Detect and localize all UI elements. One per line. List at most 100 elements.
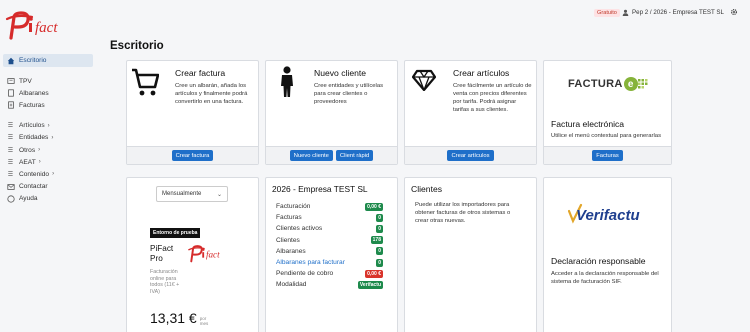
stat-label: Clientes xyxy=(276,236,300,244)
stat-badge: 0 xyxy=(376,213,383,222)
chevron-right-icon: › xyxy=(51,134,54,141)
mail-icon xyxy=(6,182,15,191)
sidebar-item-escritorio[interactable]: Escritorio xyxy=(3,54,93,67)
card-factura-electronica: FACTURA e Factura electrónica Utilice el… xyxy=(543,60,672,165)
stat-label: Facturas xyxy=(276,214,302,222)
card-verifactu: Verifactu Declaración responsable Accede… xyxy=(543,177,672,332)
list-icon: ☰ xyxy=(7,159,14,166)
stat-badge: 178 xyxy=(370,236,383,245)
list-icon: ☰ xyxy=(7,147,14,154)
sidebar-item-label: Entidades xyxy=(19,134,49,142)
card-title: Crear factura xyxy=(175,68,226,78)
stats-list: Facturación 0,00 € Facturas 0 Clientes act… xyxy=(276,201,383,291)
crear-factura-button[interactable]: Crear factura xyxy=(171,150,214,161)
logo-text: fact xyxy=(206,250,220,260)
person-icon xyxy=(281,66,293,97)
home-icon xyxy=(6,56,15,65)
stat-badge: Verifactu xyxy=(357,280,383,289)
stat-label: Pendiente de cobro xyxy=(276,270,334,278)
billing-period-select[interactable]: Mensualmente ⌄ xyxy=(156,186,228,202)
stat-row-facturas: Facturas 0 xyxy=(276,212,383,223)
card-text: Cree fácilmente un artículo de venta con… xyxy=(453,83,532,113)
stat-row-albaranes: Albaranes 0 xyxy=(276,246,383,257)
stat-badge: 0 xyxy=(376,224,383,233)
card-nuevo-cliente: Nuevo cliente Cree entidades y utilícela… xyxy=(265,60,398,165)
sidebar-item-label: Albaranes xyxy=(19,89,49,97)
facturas-icon xyxy=(6,101,15,110)
sidebar-item-contenido[interactable]: ☰ Contenido › xyxy=(0,168,96,180)
sidebar-item-articulos[interactable]: ☰ Artículos › xyxy=(0,120,96,132)
sidebar-nav: Escritorio TPV Albaranes Facturas ☰ Artí… xyxy=(0,54,96,205)
stat-badge: 0 xyxy=(376,258,383,267)
plan-name-line2: Pro xyxy=(150,254,163,263)
card-title: Declaración responsable xyxy=(551,256,646,266)
logo-text: fact xyxy=(35,20,58,36)
card-text: Acceder a la declaración responsable del… xyxy=(551,271,659,285)
stat-row-pendiente-cobro: Pendiente de cobro 0,00 € xyxy=(276,268,383,279)
stat-row-modalidad: Modalidad Verifactu xyxy=(276,279,383,290)
sidebar-item-label: Contenido xyxy=(19,170,50,178)
diamond-icon xyxy=(412,69,436,91)
stat-row-albaranes-para-facturar: Albaranes para facturar 0 xyxy=(276,257,383,268)
nuevo-cliente-button[interactable]: Nuevo cliente xyxy=(289,150,333,161)
sidebar-item-otros[interactable]: ☰ Otros › xyxy=(0,144,96,156)
cart-icon xyxy=(132,68,159,96)
sidebar-item-tpv[interactable]: TPV xyxy=(0,75,96,87)
sidebar-item-facturas[interactable]: Facturas xyxy=(0,99,96,111)
albaranes-para-facturar-link[interactable]: Albaranes para facturar xyxy=(276,259,345,266)
page-title: Escritorio xyxy=(110,40,164,52)
user-info: Pep 2 / 2026 - Empresa TEST SL xyxy=(632,9,724,16)
sidebar-item-label: AEAT xyxy=(19,158,36,166)
gear-icon[interactable] xyxy=(730,8,738,16)
card-footer: Facturas xyxy=(544,146,671,164)
card-footer: Crear factura xyxy=(127,146,258,164)
sidebar: fact Escritorio TPV Albaranes Facturas ☰… xyxy=(0,0,96,332)
stat-badge: 0,00 € xyxy=(365,269,383,278)
crear-articulos-button[interactable]: Crear artículos xyxy=(447,150,494,161)
card-footer: Crear artículos xyxy=(405,146,536,164)
card-footer: Nuevo cliente Client ràpid xyxy=(266,146,397,164)
sidebar-item-label: Otros xyxy=(19,146,36,154)
stat-label: Modalidad xyxy=(276,281,307,289)
price-value: 13,31 € xyxy=(150,310,197,326)
sidebar-item-ayuda[interactable]: Ayuda xyxy=(0,193,96,205)
plan-name: PiFact Pro xyxy=(150,244,173,264)
card-text: Cree entidades y utilícelas para crear c… xyxy=(314,83,384,105)
card-title: Factura electrónica xyxy=(551,119,625,129)
sidebar-item-label: Artículos xyxy=(19,122,45,130)
sidebar-item-contactar[interactable]: Contactar xyxy=(0,181,96,193)
sidebar-item-entidades[interactable]: ☰ Entidades › xyxy=(0,132,96,144)
stat-row-clientes-activos: Clientes activos 0 xyxy=(276,223,383,234)
chevron-right-icon: › xyxy=(38,159,41,166)
chevron-right-icon: › xyxy=(52,171,55,178)
stat-label: Albaranes xyxy=(276,247,306,255)
client-rapid-button[interactable]: Client ràpid xyxy=(335,150,374,161)
card-clientes: Clientes Puede utilizar los importadores… xyxy=(404,177,537,332)
facturas-button[interactable]: Facturas xyxy=(592,150,623,161)
card-text: Utilice el menú contextual para generarl… xyxy=(551,133,662,139)
card-text: Cree un albarán, añada los artículos y f… xyxy=(175,83,248,105)
help-icon xyxy=(6,194,15,203)
list-icon: ☰ xyxy=(7,135,14,142)
pifact-logo[interactable]: fact xyxy=(5,8,75,44)
plan-name-line1: PiFact xyxy=(150,244,174,253)
price-unit: por mes xyxy=(199,316,209,326)
sidebar-item-label: Ayuda xyxy=(19,195,38,203)
stat-label: Clientes activos xyxy=(276,225,323,233)
dots-icon xyxy=(637,79,648,89)
chevron-right-icon: › xyxy=(47,122,50,129)
card-title: Crear artículos xyxy=(453,68,510,78)
stat-label: Facturación xyxy=(276,203,311,211)
e-logo-icon: e xyxy=(623,77,638,91)
card-title: Nuevo cliente xyxy=(314,68,367,78)
card-crear-factura: Crear factura Cree un albarán, añada los… xyxy=(126,60,259,165)
sidebar-item-aeat[interactable]: ☰ AEAT › xyxy=(0,156,96,168)
sidebar-item-albaranes[interactable]: Albaranes xyxy=(0,87,96,99)
list-icon: ☰ xyxy=(7,171,14,178)
card-title: Clientes xyxy=(411,184,443,194)
pifact-logo: fact xyxy=(188,245,220,263)
sidebar-item-label: Facturas xyxy=(19,101,45,109)
chevron-down-icon: ⌄ xyxy=(216,191,222,198)
user-icon xyxy=(622,9,629,16)
user-menu[interactable]: Pep 2 / 2026 - Empresa TEST SL xyxy=(622,9,724,16)
